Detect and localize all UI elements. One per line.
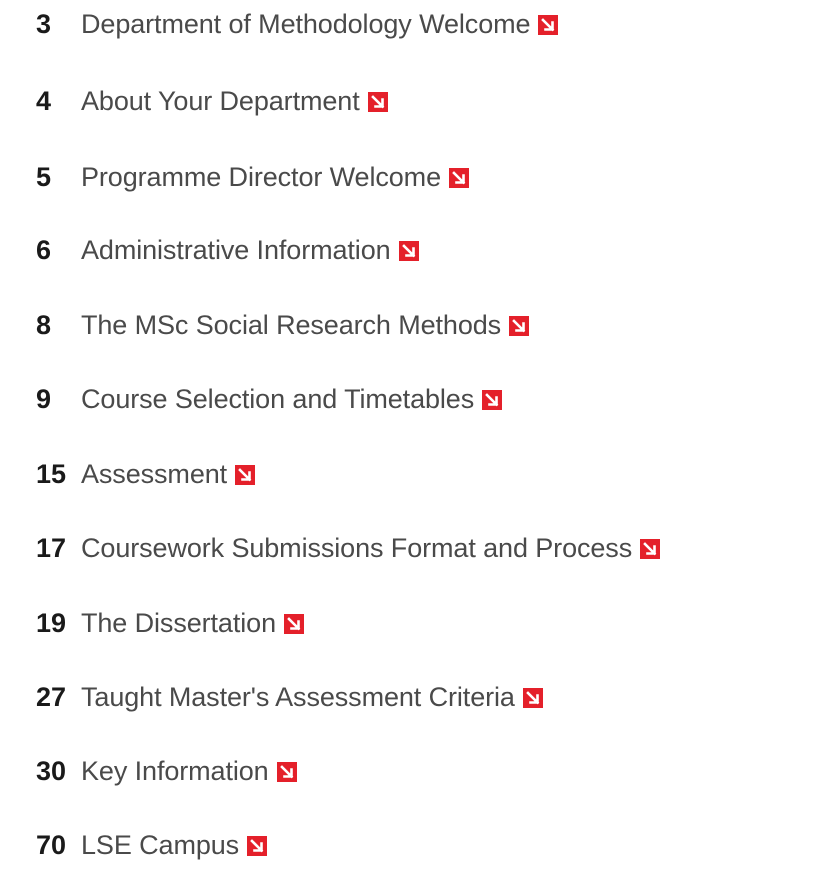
toc-title: About Your Department	[81, 85, 360, 116]
toc-entry-dissertation[interactable]: 19 The Dissertation	[36, 603, 304, 643]
arrow-down-right-icon[interactable]	[276, 762, 297, 782]
arrow-down-right-icon[interactable]	[283, 614, 304, 634]
toc-entry-assessment-criteria[interactable]: 27 Taught Master's Assessment Criteria	[36, 677, 543, 717]
toc-page-number: 9	[36, 383, 52, 414]
toc-entry-administrative-information[interactable]: 6 Administrative Information	[36, 230, 419, 270]
toc-page-number: 27	[36, 681, 67, 712]
toc-page-number: 15	[36, 458, 67, 489]
toc-page-number: 30	[36, 755, 67, 786]
toc-title: LSE Campus	[81, 829, 240, 860]
toc-page-number: 6	[36, 234, 52, 265]
toc-page-number: 3	[36, 8, 52, 39]
toc-page-number: 8	[36, 309, 52, 340]
toc-entry-department-welcome[interactable]: 3 Department of Methodology Welcome	[36, 4, 559, 44]
toc-page-number: 5	[36, 161, 52, 192]
arrow-down-right-icon[interactable]	[509, 316, 530, 336]
toc-title: Course Selection and Timetables	[81, 383, 475, 414]
toc-page-number: 70	[36, 829, 67, 860]
arrow-down-right-icon[interactable]	[522, 688, 543, 708]
toc-entry-msc-social-research-methods[interactable]: 8 The MSc Social Research Methods	[36, 305, 530, 345]
toc-page-number: 4	[36, 85, 52, 116]
arrow-down-right-icon[interactable]	[482, 390, 503, 410]
toc-title: Department of Methodology Welcome	[81, 8, 531, 39]
toc-entry-programme-director-welcome[interactable]: 5 Programme Director Welcome	[36, 157, 469, 197]
toc-entry-course-selection[interactable]: 9 Course Selection and Timetables	[36, 379, 503, 419]
toc-title: The MSc Social Research Methods	[81, 309, 502, 340]
toc-entry-coursework-submissions[interactable]: 17 Coursework Submissions Format and Pro…	[36, 528, 661, 568]
toc-entry-assessment[interactable]: 15 Assessment	[36, 454, 256, 494]
arrow-down-right-icon[interactable]	[398, 241, 419, 261]
toc-title: Key Information	[81, 755, 269, 786]
toc-entry-about-department[interactable]: 4 About Your Department	[36, 81, 388, 121]
toc-title: Coursework Submissions Format and Proces…	[81, 532, 633, 563]
toc-entry-lse-campus[interactable]: 70 LSE Campus	[36, 825, 268, 865]
toc-page-number: 19	[36, 607, 67, 638]
arrow-down-right-icon[interactable]	[235, 465, 256, 485]
toc-page-number: 17	[36, 532, 67, 563]
toc-title: Programme Director Welcome	[81, 161, 441, 192]
arrow-down-right-icon[interactable]	[367, 92, 388, 112]
arrow-down-right-icon[interactable]	[538, 15, 559, 35]
arrow-down-right-icon[interactable]	[247, 836, 268, 856]
toc-title: Assessment	[81, 458, 228, 489]
toc-title: Administrative Information	[81, 234, 391, 265]
toc-title: Taught Master's Assessment Criteria	[81, 681, 515, 712]
toc-entry-key-information[interactable]: 30 Key Information	[36, 751, 297, 791]
toc-title: The Dissertation	[81, 607, 276, 638]
arrow-down-right-icon[interactable]	[640, 539, 661, 559]
arrow-down-right-icon[interactable]	[449, 168, 469, 188]
